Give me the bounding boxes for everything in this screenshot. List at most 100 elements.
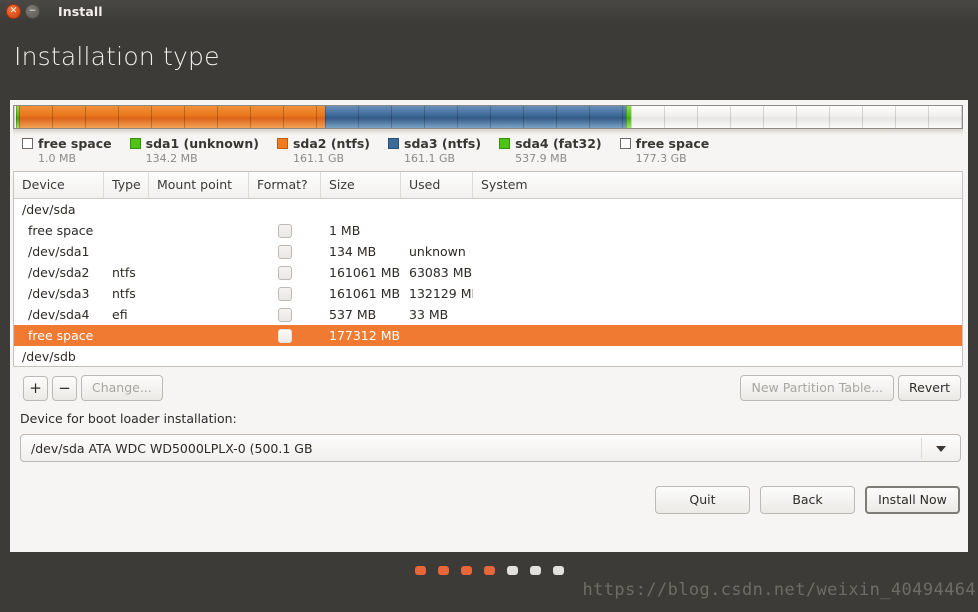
legend-item-label: free space <box>635 136 710 151</box>
progress-dot <box>529 566 541 575</box>
progress-dot <box>437 566 449 575</box>
cell-size: 161061 MB <box>329 265 401 280</box>
format-cell <box>249 265 321 280</box>
legend-item-size: 537.9 MB <box>515 152 568 165</box>
legend-swatch-icon <box>388 138 400 149</box>
legend-item-label: sda1 (unknown) <box>145 136 259 151</box>
cell-size: 1 MB <box>329 223 361 238</box>
window-title: Install <box>58 3 103 19</box>
format-cell <box>249 328 321 343</box>
change-partition-button[interactable]: Change... <box>81 375 163 401</box>
legend-item-header: sda2 (ntfs) <box>276 136 370 151</box>
table-row[interactable]: /dev/sda <box>14 199 962 220</box>
legend-item-size: 1.0 MB <box>38 152 77 165</box>
cell-device: /dev/sda2 <box>28 265 90 280</box>
legend-item: free space 1.0 MB <box>22 136 112 165</box>
cell-device: /dev/sda3 <box>28 286 90 301</box>
format-checkbox[interactable] <box>278 286 292 301</box>
format-checkbox[interactable] <box>278 307 292 322</box>
add-partition-button[interactable]: + <box>23 375 48 401</box>
partition-bar[interactable] <box>13 105 963 129</box>
format-cell <box>249 223 321 238</box>
legend-item-header: free space <box>619 136 710 151</box>
close-icon[interactable]: ✕ <box>6 3 21 19</box>
format-checkbox[interactable] <box>278 265 292 280</box>
back-button[interactable]: Back <box>760 486 855 514</box>
progress-dot <box>414 566 426 575</box>
table-row[interactable]: /dev/sdb <box>14 346 962 367</box>
action-button-group: Quit Back Install Now <box>655 486 960 514</box>
cell-device: /dev/sda4 <box>28 307 90 322</box>
format-checkbox[interactable] <box>278 244 292 259</box>
partition-table[interactable]: Device Type Mount point Format? Size Used Syst… <box>13 171 963 367</box>
title-bar: ✕ − Install <box>0 0 978 22</box>
table-column-header[interactable]: Used <box>401 172 473 198</box>
table-body: /dev/sda free space 1 MB/dev/sda1 134 MB unk… <box>14 199 962 367</box>
legend-item-size: 134.2 MB <box>145 152 198 165</box>
table-row[interactable]: /dev/sda4 efi 537 MB 33 MB <box>14 304 962 325</box>
bootloader-label: Device for boot loader installation: <box>20 411 237 426</box>
cell-size: 161061 MB <box>329 286 401 301</box>
table-row[interactable]: /dev/sda3 ntfs 161061 MB 132129 MB <box>14 283 962 304</box>
install-now-button[interactable]: Install Now <box>865 486 960 514</box>
legend-item-size: 161.1 GB <box>404 152 456 165</box>
table-row[interactable]: /dev/sda1 134 MB unknown <box>14 241 962 262</box>
legend-item-label: sda4 (fat32) <box>515 136 602 151</box>
cell-used: 132129 MB <box>409 286 473 301</box>
remove-partition-button[interactable]: − <box>52 375 77 401</box>
progress-dot <box>483 566 495 575</box>
progress-dot <box>506 566 518 575</box>
table-row[interactable]: free space 1 MB <box>14 220 962 241</box>
chevron-down-icon <box>936 446 946 452</box>
legend-swatch-icon <box>22 138 33 149</box>
legend-item: sda1 (unknown) 134.2 MB <box>129 136 259 165</box>
table-column-header[interactable]: System <box>473 172 962 198</box>
legend-swatch-icon <box>129 138 141 149</box>
table-row[interactable]: /dev/sda2 ntfs 161061 MB 63083 MB <box>14 262 962 283</box>
cell-device: free space <box>28 223 94 238</box>
legend-swatch-icon <box>499 138 511 149</box>
table-column-header[interactable]: Mount point <box>149 172 249 198</box>
legend-swatch-icon <box>276 138 288 149</box>
format-cell <box>249 244 321 259</box>
progress-dot <box>552 566 564 575</box>
cell-type: ntfs <box>112 286 136 301</box>
partition-legend: free space 1.0 MB sda1 (unknown) 134.2 MB sd… <box>22 136 727 165</box>
quit-button[interactable]: Quit <box>655 486 750 514</box>
legend-swatch-icon <box>619 138 631 149</box>
cell-device: /dev/sda1 <box>28 244 90 259</box>
revert-button[interactable]: Revert <box>898 375 961 401</box>
toolbar-right-group: New Partition Table... Revert <box>740 375 961 401</box>
partition-bar-ticks <box>18 106 325 128</box>
partition-bar-segment[interactable] <box>631 106 962 128</box>
format-checkbox[interactable] <box>278 223 292 238</box>
legend-item-label: free space <box>38 136 112 151</box>
partition-toolbar: + − Change... New Partition Table... Rev… <box>13 375 963 403</box>
install-window: ✕ − Install Installation type free space… <box>0 0 978 612</box>
format-cell <box>249 286 321 301</box>
minimize-icon[interactable]: − <box>25 3 40 19</box>
partition-bar-ticks <box>631 106 962 128</box>
table-row[interactable]: free space 177312 MB <box>14 325 962 346</box>
new-partition-table-button[interactable]: New Partition Table... <box>740 375 895 401</box>
partition-bar-segment[interactable] <box>18 106 325 128</box>
table-column-header[interactable]: Size <box>321 172 401 198</box>
progress-dots <box>0 566 978 575</box>
legend-item-header: sda4 (fat32) <box>499 136 602 151</box>
table-column-header[interactable]: Format? <box>249 172 321 198</box>
legend-item: sda4 (fat32) 537.9 MB <box>499 136 602 165</box>
bootloader-device-select[interactable]: /dev/sda ATA WDC WD5000LPLX-0 (500.1 GB <box>20 434 961 462</box>
content-panel: free space 1.0 MB sda1 (unknown) 134.2 MB sd… <box>10 100 968 552</box>
table-column-header[interactable]: Type <box>104 172 149 198</box>
cell-size: 177312 MB <box>329 328 401 343</box>
cell-used: unknown <box>409 244 466 259</box>
table-column-header[interactable]: Device <box>14 172 104 198</box>
legend-item: sda3 (ntfs) 161.1 GB <box>388 136 481 165</box>
cell-size: 134 MB <box>329 244 377 259</box>
legend-item-header: sda3 (ntfs) <box>388 136 481 151</box>
progress-dot <box>460 566 472 575</box>
format-checkbox[interactable] <box>278 328 292 343</box>
legend-item-header: sda1 (unknown) <box>129 136 259 151</box>
partition-bar-segment[interactable] <box>324 106 627 128</box>
legend-item-size: 161.1 GB <box>292 152 345 165</box>
